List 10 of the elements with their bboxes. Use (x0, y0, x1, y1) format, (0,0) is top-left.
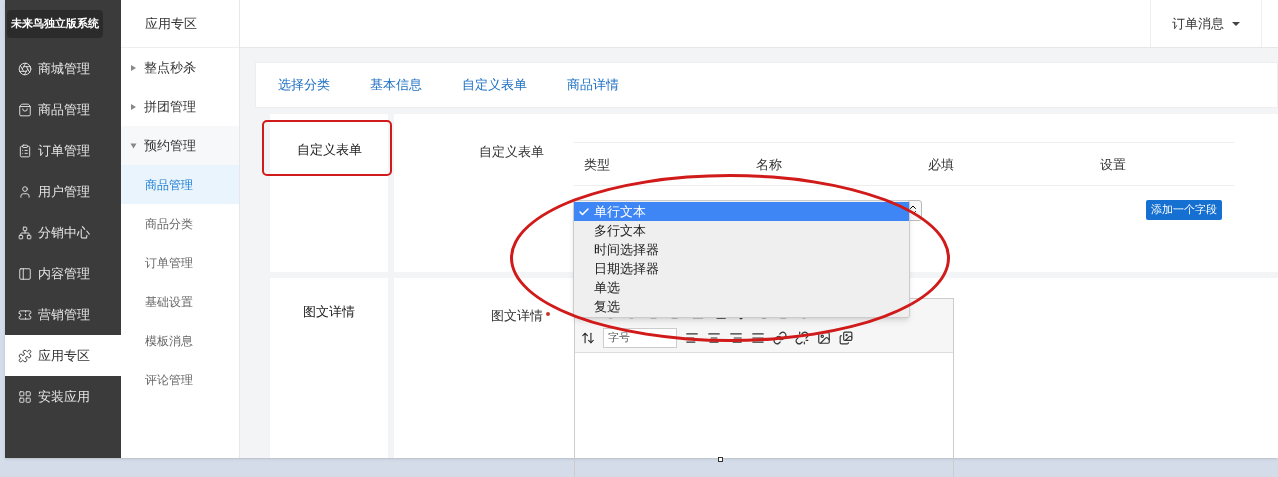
field-label: 图文详情 (491, 307, 543, 324)
subnav-title: 应用专区 (145, 14, 197, 33)
column-header: 类型 (584, 157, 610, 172)
column-header: 必填 (928, 157, 955, 172)
brand-logo: 未来鸟独立版系统 (7, 9, 103, 39)
field-label: 自定义表单 (479, 143, 544, 160)
section-label: 自定义表单 (296, 141, 362, 159)
section-label: 图文详情 (303, 303, 355, 321)
column-header: 名称 (756, 157, 783, 172)
column-header: 设置 (1100, 157, 1127, 172)
